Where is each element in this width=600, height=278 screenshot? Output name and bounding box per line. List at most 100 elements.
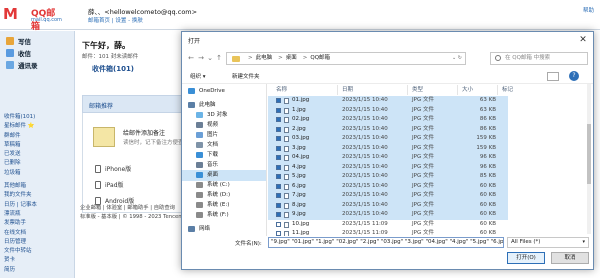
- filename-input[interactable]: "9.jpg" "01.jpg" "1.jpg" "02.jpg" "2.jpg…: [268, 237, 504, 248]
- nav-item[interactable]: 系统 (E:): [182, 200, 266, 211]
- vertical-scrollbar[interactable]: [587, 84, 591, 234]
- nav-item[interactable]: 此电脑: [182, 100, 266, 111]
- file-type-select[interactable]: All Files (*) ▾: [507, 237, 589, 248]
- sidebar-link[interactable]: 草稿箱: [4, 141, 74, 150]
- file-row[interactable]: 5.jpg 2023/1/15 10:40 JPG 文件 85 KB: [268, 172, 508, 182]
- nav-item[interactable]: 下载: [182, 150, 266, 161]
- sidebar-link[interactable]: 发票助手: [4, 219, 74, 228]
- file-row[interactable]: 04.jpg 2023/1/15 10:40 JPG 文件 96 KB: [268, 153, 508, 163]
- row-checkbox[interactable]: [276, 174, 281, 179]
- column-type[interactable]: 类型: [408, 85, 458, 95]
- row-checkbox[interactable]: [276, 107, 281, 113]
- file-size: 86 KB: [479, 125, 496, 132]
- inbox-link[interactable]: 收件箱(101): [92, 64, 134, 74]
- sidebar-link[interactable]: 群邮件: [4, 132, 74, 141]
- cancel-button[interactable]: 取消: [551, 252, 589, 264]
- address-controls[interactable]: ⌄ ↻: [452, 53, 462, 64]
- file-row[interactable]: 2.jpg 2023/1/15 10:40 JPG 文件 86 KB: [268, 124, 508, 134]
- sidebar-link[interactable]: 日历 | 记事本: [4, 201, 74, 210]
- file-row[interactable]: 3.jpg 2023/1/15 10:40 JPG 文件 159 KB: [268, 143, 508, 153]
- file-row[interactable]: 01.jpg 2023/1/15 10:40 JPG 文件 63 KB: [268, 96, 508, 106]
- nav-item[interactable]: OneDrive: [182, 86, 266, 97]
- qq-mail-logo[interactable]: M QQ邮箱 mail.qq.com: [3, 5, 62, 32]
- footer-links[interactable]: 企业邮箱 | 体验室 | 邮箱助手 | 自助查询: [80, 204, 190, 213]
- row-checkbox[interactable]: [276, 164, 281, 170]
- nav-item[interactable]: 文档: [182, 140, 266, 151]
- sidebar-link[interactable]: 漂流瓶: [4, 210, 74, 219]
- row-checkbox[interactable]: [276, 202, 281, 208]
- file-row[interactable]: 7.jpg 2023/1/15 10:40 JPG 文件 60 KB: [268, 191, 508, 201]
- file-row[interactable]: 02.jpg 2023/1/15 10:40 JPG 文件 86 KB: [268, 115, 508, 125]
- iphone-link[interactable]: iPhone版: [95, 164, 131, 173]
- file-row[interactable]: 8.jpg 2023/1/15 10:40 JPG 文件 60 KB: [268, 200, 508, 210]
- row-checkbox[interactable]: [276, 136, 281, 141]
- row-checkbox[interactable]: [276, 126, 281, 132]
- open-button[interactable]: 打开(O): [507, 252, 545, 264]
- sidebar-link[interactable]: 其他邮箱: [4, 182, 74, 191]
- sidebar-link[interactable]: 已发送: [4, 150, 74, 159]
- nav-item[interactable]: 系统 (F:): [182, 210, 266, 221]
- help-icon[interactable]: ?: [569, 71, 579, 81]
- organize-button[interactable]: 组织 ▾: [190, 72, 206, 80]
- row-checkbox[interactable]: [276, 193, 281, 198]
- view-options-icon[interactable]: [547, 72, 559, 81]
- up-arrow-icon[interactable]: ↑: [214, 53, 224, 63]
- row-checkbox[interactable]: [276, 117, 281, 122]
- nav-item[interactable]: 网络: [182, 224, 266, 235]
- column-date[interactable]: 日期: [338, 85, 408, 95]
- row-checkbox[interactable]: [276, 145, 281, 151]
- back-arrow-icon[interactable]: ←: [186, 53, 196, 63]
- column-tags[interactable]: 标记: [498, 85, 548, 95]
- sidebar-link[interactable]: 贺卡: [4, 256, 74, 265]
- sidebar-link[interactable]: 日历管理: [4, 238, 74, 247]
- row-checkbox[interactable]: [276, 212, 281, 217]
- column-size[interactable]: 大小: [458, 85, 498, 95]
- dialog-titlebar[interactable]: 打开 ✕: [182, 32, 593, 48]
- unread-summary[interactable]: 邮件：101 封未读邮件: [82, 52, 138, 60]
- new-folder-button[interactable]: 新建文件夹: [232, 72, 260, 80]
- nav-item[interactable]: 图片: [182, 130, 266, 141]
- chevron-down-icon[interactable]: ⌄: [452, 55, 456, 61]
- ipad-link[interactable]: iPad版: [95, 180, 124, 189]
- file-row[interactable]: 10.jpg 2023/1/15 11:09 JPG 文件 60 KB: [268, 220, 508, 230]
- file-row[interactable]: 03.jpg 2023/1/15 10:40 JPG 文件 159 KB: [268, 134, 508, 144]
- breadcrumb-qqmail[interactable]: QQ邮箱: [310, 53, 330, 64]
- refresh-icon[interactable]: ↻: [458, 55, 462, 61]
- sidebar-action-1[interactable]: 收信: [6, 47, 31, 59]
- scrollbar-thumb[interactable]: [587, 124, 591, 184]
- file-row[interactable]: 6.jpg 2023/1/15 10:40 JPG 文件 60 KB: [268, 181, 508, 191]
- nav-item[interactable]: 系统 (D:): [182, 190, 266, 201]
- sidebar-link[interactable]: 已删除: [4, 159, 74, 168]
- sidebar-link[interactable]: 垃圾箱: [4, 169, 74, 178]
- row-checkbox[interactable]: [276, 98, 281, 103]
- row-checkbox[interactable]: [276, 155, 281, 160]
- rec-card-title[interactable]: 给邮件添加备注: [123, 128, 165, 137]
- header-links[interactable]: 邮箱首页 | 设置 - 换肤: [88, 16, 143, 24]
- sidebar-link[interactable]: 星标邮件 ⭐: [4, 122, 74, 131]
- row-checkbox[interactable]: [276, 221, 281, 227]
- column-name[interactable]: 名称: [268, 85, 338, 95]
- search-input[interactable]: 在 QQ邮箱 中搜索: [490, 52, 588, 65]
- sidebar-link[interactable]: 收件箱(101): [4, 113, 74, 122]
- sidebar-link[interactable]: 在线文档: [4, 229, 74, 238]
- nav-item[interactable]: 3D 对象: [182, 110, 266, 121]
- nav-item[interactable]: 桌面: [182, 170, 266, 181]
- nav-item[interactable]: 音乐: [182, 160, 266, 171]
- breadcrumb-desktop[interactable]: 桌面: [286, 53, 297, 64]
- help-link[interactable]: 帮助: [583, 6, 594, 14]
- file-row[interactable]: 4.jpg 2023/1/15 10:40 JPG 文件 96 KB: [268, 162, 508, 172]
- sidebar-action-0[interactable]: 写信: [6, 35, 31, 47]
- breadcrumb-this-pc[interactable]: 此电脑: [256, 53, 273, 64]
- row-checkbox[interactable]: [276, 183, 281, 189]
- sidebar-link[interactable]: 简历: [4, 266, 74, 275]
- sidebar-action-2[interactable]: 通讯录: [6, 59, 38, 71]
- file-row[interactable]: 11.jpg 2023/1/15 11:09 JPG 文件 60 KB: [268, 229, 508, 236]
- sidebar-link[interactable]: 我的文件夹: [4, 191, 74, 200]
- file-row[interactable]: 9.jpg 2023/1/15 10:40 JPG 文件 60 KB: [268, 210, 508, 220]
- file-row[interactable]: 1.jpg 2023/1/15 10:40 JPG 文件 63 KB: [268, 105, 508, 115]
- close-icon[interactable]: ✕: [577, 34, 589, 46]
- address-bar[interactable]: > 此电脑 > 桌面 > QQ邮箱 ⌄ ↻: [226, 52, 466, 65]
- nav-item[interactable]: 视频: [182, 120, 266, 131]
- sidebar-link[interactable]: 文件中转站: [4, 247, 74, 256]
- nav-item[interactable]: 系统 (C:): [182, 180, 266, 191]
